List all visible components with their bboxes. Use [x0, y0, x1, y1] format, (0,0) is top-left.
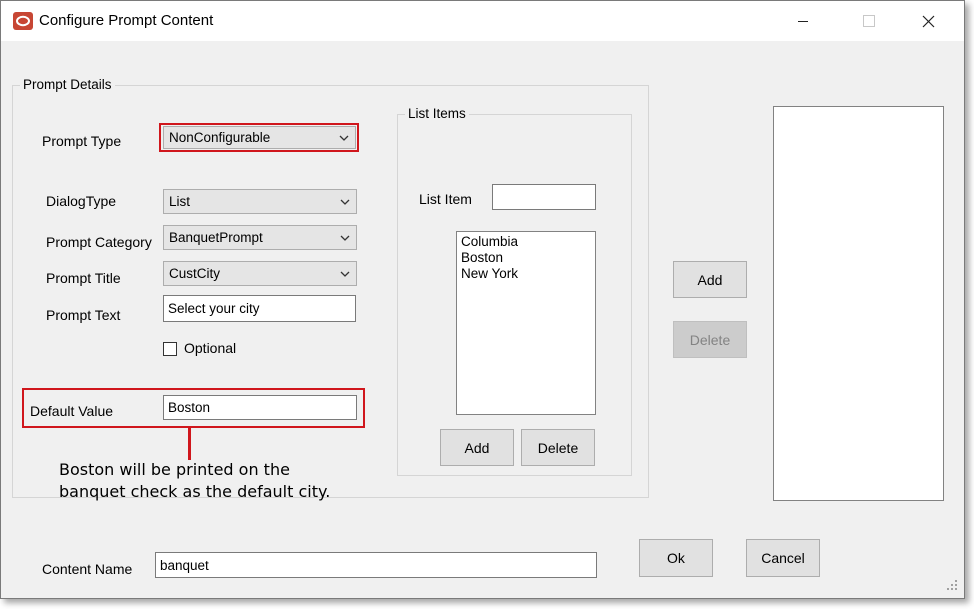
list-add-label: Add: [464, 439, 490, 456]
content-name-label: Content Name: [42, 561, 133, 577]
resize-grip-icon[interactable]: [945, 578, 959, 592]
dialog-type-label: DialogType: [46, 193, 117, 209]
delete-label: Delete: [689, 331, 731, 348]
ok-label: Ok: [667, 550, 685, 566]
prompt-title-label: Prompt Title: [46, 270, 121, 286]
prompt-title-value: CustCity: [169, 266, 221, 281]
close-icon: [922, 15, 934, 27]
window-title: Configure Prompt Content: [39, 12, 214, 29]
default-value-value: Boston: [168, 400, 211, 415]
maximize-button[interactable]: [846, 2, 892, 40]
list-item[interactable]: Boston: [461, 250, 591, 266]
delete-button[interactable]: Delete: [673, 321, 747, 358]
default-value-label: Default Value: [30, 403, 114, 419]
annotation-line-2: banquet check as the default city.: [59, 482, 331, 501]
optional-label[interactable]: Optional: [184, 340, 236, 356]
prompt-category-value: BanquetPrompt: [169, 230, 263, 245]
default-value-input[interactable]: Boston: [163, 395, 357, 420]
configure-prompt-dialog: Configure Prompt Content Prompt Details …: [0, 0, 965, 599]
chevron-down-icon: [340, 271, 350, 277]
prompt-type-label: Prompt Type: [42, 133, 122, 149]
callout-line: [188, 426, 191, 460]
list-item[interactable]: Columbia: [461, 234, 591, 250]
list-item-label: List Item: [419, 191, 472, 207]
list-item[interactable]: New York: [461, 266, 591, 282]
list-add-button[interactable]: Add: [440, 429, 514, 466]
dialog-type-select[interactable]: List: [163, 189, 357, 214]
minimize-icon: [798, 21, 808, 22]
minimize-button[interactable]: [780, 2, 826, 40]
prompt-category-select[interactable]: BanquetPrompt: [163, 225, 357, 250]
annotation-note: Boston will be printed on the banquet ch…: [59, 459, 389, 503]
prompt-title-select[interactable]: CustCity: [163, 261, 357, 286]
list-delete-label: Delete: [537, 439, 579, 456]
title-bar[interactable]: Configure Prompt Content: [1, 1, 964, 41]
prompt-type-value: NonConfigurable: [169, 130, 271, 145]
list-delete-button[interactable]: Delete: [521, 429, 595, 466]
chevron-down-icon: [340, 235, 350, 241]
prompt-text-input[interactable]: Select your city: [163, 295, 356, 322]
close-button[interactable]: [905, 2, 951, 40]
oracle-app-icon: [13, 12, 33, 30]
ok-button[interactable]: Ok: [639, 539, 713, 577]
prompt-text-label: Prompt Text: [46, 307, 121, 323]
prompt-category-label: Prompt Category: [46, 234, 152, 250]
chevron-down-icon: [339, 135, 349, 141]
add-button[interactable]: Add: [673, 261, 747, 298]
dialog-type-value: List: [169, 194, 191, 209]
prompt-details-legend: Prompt Details: [20, 77, 115, 92]
list-items-legend: List Items: [405, 106, 469, 121]
cancel-label: Cancel: [761, 550, 805, 566]
add-label: Add: [697, 271, 723, 288]
prompt-type-select[interactable]: NonConfigurable: [163, 126, 356, 149]
content-list-box[interactable]: [773, 106, 944, 501]
list-item-input[interactable]: [492, 184, 596, 210]
maximize-icon: [863, 15, 875, 27]
chevron-down-icon: [340, 199, 350, 205]
annotation-line-1: Boston will be printed on the: [59, 460, 290, 479]
content-name-value: banquet: [160, 557, 209, 573]
content-name-input[interactable]: banquet: [155, 552, 597, 578]
prompt-text-value: Select your city: [168, 301, 260, 316]
optional-checkbox[interactable]: [163, 342, 177, 356]
list-items-listbox[interactable]: Columbia Boston New York: [456, 231, 596, 415]
cancel-button[interactable]: Cancel: [746, 539, 820, 577]
